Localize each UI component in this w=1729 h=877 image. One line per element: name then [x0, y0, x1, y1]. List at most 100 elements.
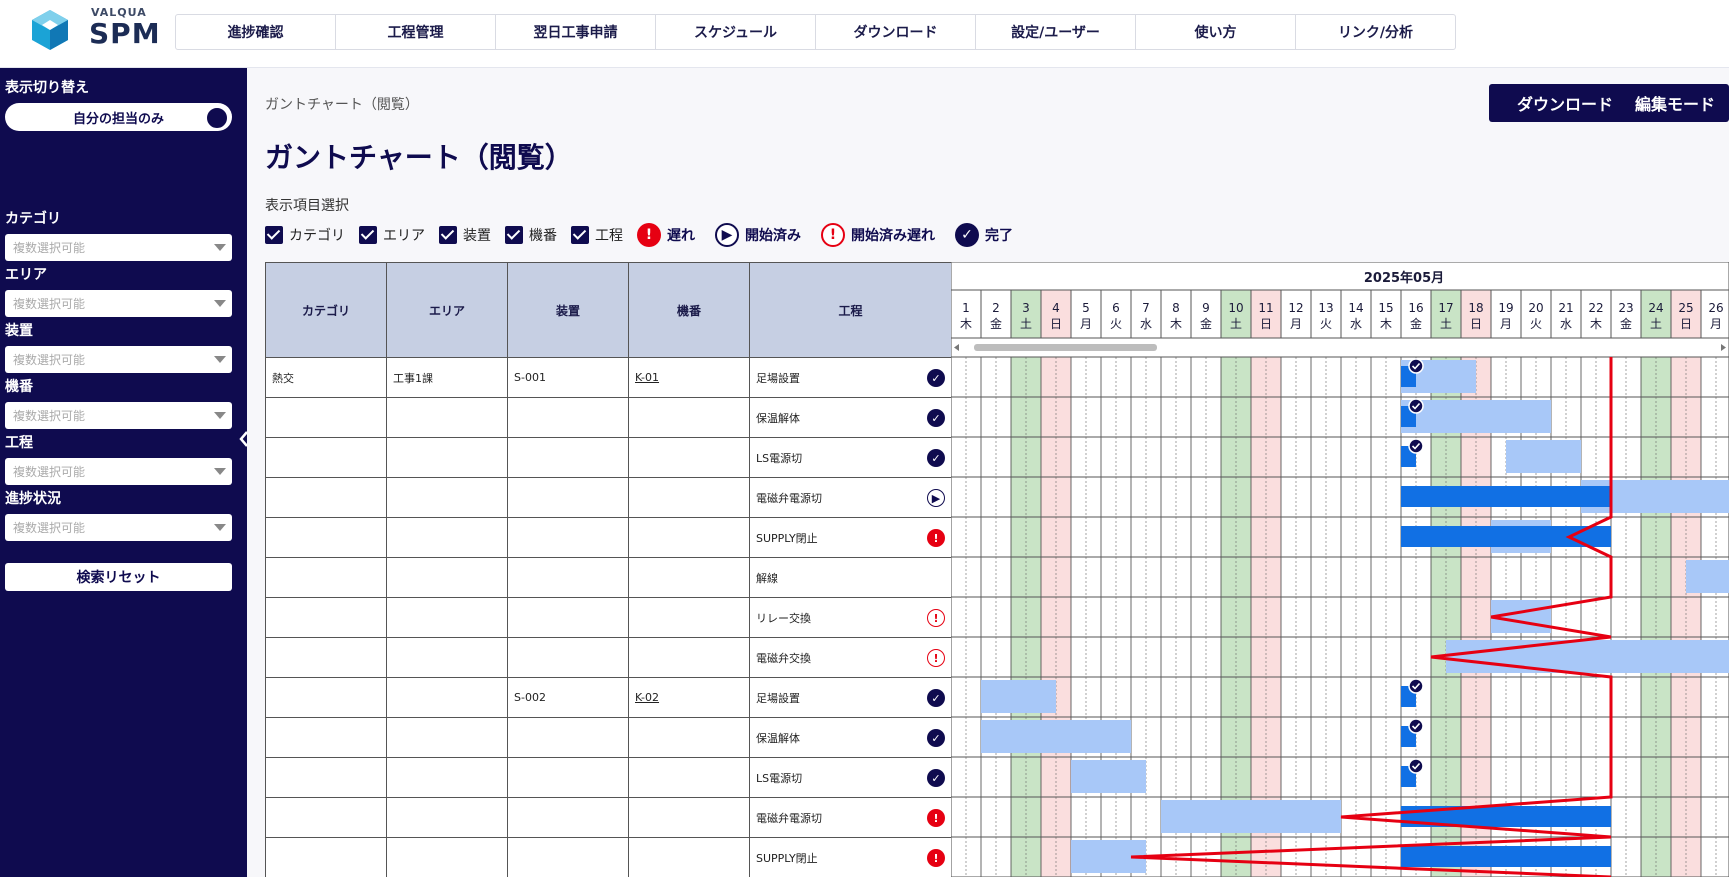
day-number: 5 — [1082, 301, 1090, 315]
column-checkbox[interactable]: カテゴリ — [265, 225, 345, 245]
planned-bar[interactable] — [1446, 640, 1729, 673]
cell-area — [386, 757, 508, 798]
planned-bar[interactable] — [981, 680, 1056, 713]
status-done-icon: ✓ — [927, 769, 945, 787]
filter-select[interactable]: 複数選択可能 — [5, 290, 232, 317]
column-checkbox[interactable]: 工程 — [571, 225, 623, 245]
gantt-chart[interactable]: 2025年05月1木2金3土4日5月6火7水8木9金10土11日12月13火14… — [951, 262, 1729, 877]
nav-item-4[interactable]: ダウンロード — [816, 15, 976, 49]
my-tasks-toggle[interactable]: 自分の担当のみ — [5, 103, 232, 131]
filter-select[interactable]: 複数選択可能 — [5, 402, 232, 429]
nav-item-0[interactable]: 進捗確認 — [176, 15, 336, 49]
planned-bar[interactable] — [1686, 560, 1729, 593]
download-button[interactable]: ダウンロード — [1489, 84, 1641, 122]
nav-item-2[interactable]: 翌日工事申請 — [496, 15, 656, 49]
filter-select[interactable]: 複数選択可能 — [5, 458, 232, 485]
cell-category — [265, 397, 387, 438]
column-checkbox[interactable]: 装置 — [439, 225, 491, 245]
chevron-down-icon — [214, 468, 226, 475]
day-number: 1 — [962, 301, 970, 315]
toggle-knob[interactable] — [205, 106, 229, 130]
page-title: ガントチャート（閲覧） — [265, 141, 573, 174]
legend-label: 開始済み — [745, 228, 801, 244]
cell-text: 工事1課 — [393, 371, 433, 385]
cell-text: S-002 — [514, 691, 546, 704]
cell-category — [265, 637, 387, 678]
cell-process: 保温解体 ✓ — [749, 717, 952, 758]
column-header: 工程 — [749, 262, 952, 358]
checkbox-checked-icon[interactable] — [359, 226, 377, 244]
filter-select[interactable]: 複数選択可能 — [5, 234, 232, 261]
breadcrumb[interactable]: ガントチャート（閲覧） — [265, 94, 419, 114]
cell-text: 電磁弁電源切 — [756, 811, 822, 825]
table-row[interactable]: SUPPLY閉止! — [265, 837, 952, 877]
table-row[interactable]: S-002 K-02 足場設置 ✓ — [265, 677, 952, 718]
table-row[interactable]: 保温解体 ✓ — [265, 397, 952, 438]
table-row[interactable]: 保温解体 ✓ — [265, 717, 952, 758]
cell-process: SUPPLY閉止! — [749, 837, 952, 877]
weekday-label: 木 — [1170, 317, 1182, 331]
nav-item-7[interactable]: リンク/分析 — [1296, 15, 1455, 49]
cell-text: K-01 — [635, 371, 660, 384]
actual-bar[interactable] — [1401, 526, 1611, 547]
table-row[interactable]: 解線 — [265, 557, 952, 598]
cell-machine[interactable]: K-02 — [628, 677, 750, 718]
cell-category — [265, 757, 387, 798]
checkbox-checked-icon[interactable] — [265, 226, 283, 244]
nav-item-3[interactable]: スケジュール — [656, 15, 816, 49]
cell-category — [265, 517, 387, 558]
day-number: 4 — [1052, 301, 1060, 315]
weekday-label: 日 — [1050, 317, 1062, 331]
checkbox-checked-icon[interactable] — [439, 226, 457, 244]
column-checkbox[interactable]: エリア — [359, 225, 425, 245]
task-table: カテゴリ エリア 装置 機番 工程 熱交 工事1課 S-001 K-01 足場設置 ✓ 保温解体 ✓ L… — [265, 262, 952, 877]
cell-text: 足場設置 — [756, 691, 800, 705]
cell-category — [265, 797, 387, 838]
horizontal-scrollbar[interactable] — [974, 344, 1157, 351]
status-startlate-icon: ! — [927, 609, 945, 627]
cell-machine[interactable]: K-01 — [628, 357, 750, 398]
table-row[interactable]: 電磁弁電源切 ▶ — [265, 477, 952, 518]
table-row[interactable]: LS電源切 ✓ — [265, 437, 952, 478]
table-row[interactable]: 熱交 工事1課 S-001 K-01 足場設置 ✓ — [265, 357, 952, 398]
day-number: 24 — [1648, 301, 1663, 315]
day-number: 23 — [1618, 301, 1633, 315]
table-row[interactable]: LS電源切 ✓ — [265, 757, 952, 798]
planned-bar[interactable] — [1161, 800, 1341, 833]
checkbox-checked-icon[interactable] — [505, 226, 523, 244]
planned-bar[interactable] — [1506, 440, 1581, 473]
status-done-icon: ✓ — [927, 409, 945, 427]
cell-area — [386, 437, 508, 478]
gantt-table: カテゴリ エリア 装置 機番 工程 熱交 工事1課 S-001 K-01 足場設置 ✓ 保温解体 ✓ L… — [265, 262, 1729, 877]
cell-process: 電磁弁交換! — [749, 637, 952, 678]
cell-machine — [628, 757, 750, 798]
chevron-down-icon — [214, 524, 226, 531]
filter-select[interactable]: 複数選択可能 — [5, 346, 232, 373]
reset-button[interactable]: 検索リセット — [5, 563, 232, 591]
filter-label: 機番 — [5, 379, 33, 395]
checkbox-checked-icon[interactable] — [571, 226, 589, 244]
filter-label: 工程 — [5, 435, 33, 451]
table-row[interactable]: リレー交換! — [265, 597, 952, 638]
cell-text: 電磁弁電源切 — [756, 491, 822, 505]
table-row[interactable]: 電磁弁交換! — [265, 637, 952, 678]
cell-machine — [628, 397, 750, 438]
planned-bar[interactable] — [981, 720, 1131, 753]
table-row[interactable]: SUPPLY閉止! — [265, 517, 952, 558]
nav-item-6[interactable]: 使い方 — [1136, 15, 1296, 49]
nav-item-5[interactable]: 設定/ユーザー — [976, 15, 1136, 49]
actual-bar[interactable] — [1401, 846, 1611, 867]
table-row[interactable]: 電磁弁電源切! — [265, 797, 952, 838]
nav-item-1[interactable]: 工程管理 — [336, 15, 496, 49]
weekday-label: 水 — [1350, 317, 1362, 331]
cell-text: SUPPLY閉止 — [756, 851, 818, 865]
checkbox-label: 装置 — [463, 228, 491, 244]
actual-bar[interactable] — [1401, 486, 1611, 507]
filter-select[interactable]: 複数選択可能 — [5, 514, 232, 541]
cell-process: 足場設置 ✓ — [749, 677, 952, 718]
column-header: 機番 — [628, 262, 750, 358]
top-bar: VALQUA SPM 進捗確認 工程管理 翌日工事申請 スケジュール ダウンロード 設定/… — [0, 0, 1729, 68]
column-checkbox[interactable]: 機番 — [505, 225, 557, 245]
edit-mode-button[interactable]: 編集モード — [1621, 84, 1729, 122]
planned-bar[interactable] — [1071, 760, 1146, 793]
